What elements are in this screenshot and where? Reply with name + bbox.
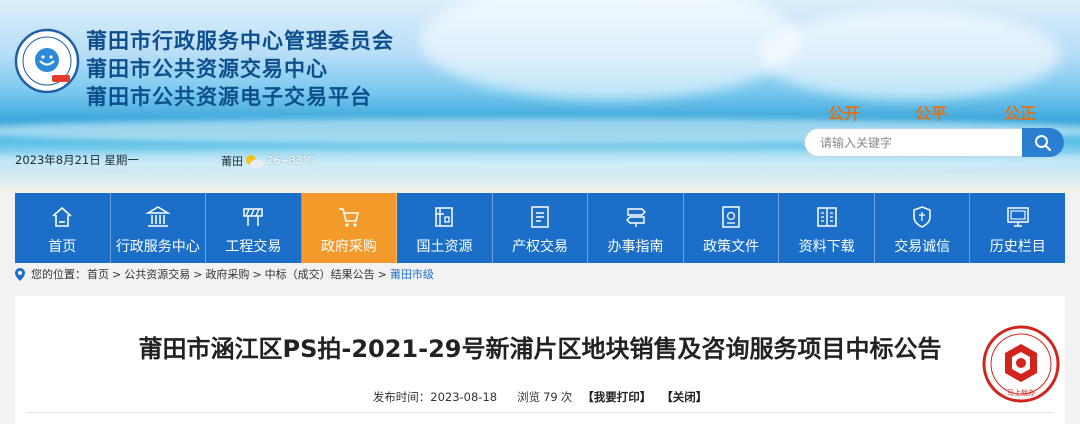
slogan-open: 公开: [828, 104, 861, 123]
nav-item-guide[interactable]: 办事指南: [588, 193, 684, 263]
views-unit: 次: [560, 390, 573, 404]
header-banner: 莆田市行政服务中心管理委员会 莆田市公共资源交易中心 莆田市公共资源电子交易平台…: [0, 0, 1080, 192]
signpost-icon: [625, 208, 646, 227]
org-title-2: 莆田市公共资源交易中心: [86, 56, 328, 81]
breadcrumb-city-level[interactable]: 莆田市级: [390, 266, 434, 282]
weather: 莆田 26~33℃: [221, 152, 314, 170]
publish-date: 2023-08-18: [430, 390, 498, 404]
nav-item-history[interactable]: 历史栏目: [970, 193, 1065, 263]
search-button[interactable]: [1022, 128, 1064, 157]
nav-label: 国土资源: [416, 239, 473, 255]
policy-doc-icon: [722, 206, 740, 228]
cart-icon: [338, 208, 359, 227]
nav-label: 政府采购: [320, 239, 377, 255]
breadcrumb-separator: >: [193, 267, 203, 281]
nav-label: 办事指南: [607, 239, 664, 255]
nav-label: 资料下载: [798, 239, 855, 255]
breadcrumb: 您的位置： 首页 > 公共资源交易 > 政府采购 > 中标（成交）结果公告 > …: [15, 266, 435, 282]
nav-item-property-rights[interactable]: 产权交易: [493, 193, 589, 263]
nav-item-admin-center[interactable]: 行政服务中心: [111, 193, 207, 263]
breadcrumb-prefix: 您的位置：: [31, 268, 86, 281]
main-nav: 首页 行政服务中心 工程交易 政府采购 国土资源 产权交易 办事指南 政策文件 …: [15, 193, 1065, 263]
land-icon: [435, 207, 454, 227]
property-icon: [531, 206, 549, 228]
publish-label: 发布时间：: [372, 390, 431, 404]
slogans: 公开 公平 公正: [828, 100, 1058, 124]
nav-item-home[interactable]: 首页: [15, 193, 111, 263]
header-titles: 莆田市行政服务中心管理委员会 莆田市公共资源交易中心 莆田市公共资源电子交易平台: [86, 27, 394, 111]
nav-item-policy[interactable]: 政策文件: [684, 193, 780, 263]
nav-label: 政策文件: [703, 239, 760, 255]
slogan-fair: 公平: [915, 104, 948, 123]
search-box: [804, 128, 1064, 157]
breadcrumb-separator: >: [252, 267, 262, 281]
engineering-icon: [243, 208, 264, 226]
print-link[interactable]: 【我要打印】: [582, 389, 651, 405]
nav-label: 工程交易: [225, 239, 282, 255]
location-pin-icon: [15, 267, 25, 281]
nav-item-land-resources[interactable]: 国土资源: [397, 193, 493, 263]
views-count: 79: [543, 390, 558, 404]
org-title-1: 莆田市行政服务中心管理委员会: [86, 28, 394, 53]
building-icon: [145, 206, 171, 227]
nav-item-gov-procurement[interactable]: 政府采购: [301, 193, 398, 263]
breadcrumb-home[interactable]: 首页: [87, 266, 109, 282]
nav-item-credit[interactable]: 交易诚信: [875, 193, 971, 263]
breadcrumb-award-notice[interactable]: 中标（成交）结果公告: [265, 266, 375, 282]
nav-label: 历史栏目: [989, 239, 1046, 255]
shield-icon: [913, 206, 931, 228]
weather-city: 莆田: [221, 155, 243, 168]
home-icon: [52, 206, 72, 227]
nav-label: 产权交易: [512, 239, 568, 255]
close-link[interactable]: 【关闭】: [661, 389, 707, 405]
logo-icon: [14, 28, 80, 94]
weather-temp: 26~33℃: [267, 155, 315, 167]
breadcrumb-separator: >: [377, 267, 387, 281]
current-date: 2023年8月21日 星期一: [15, 153, 139, 167]
nav-label: 首页: [48, 239, 77, 255]
breadcrumb-separator: >: [112, 267, 122, 281]
download-book-icon: [816, 207, 837, 227]
search-icon: [1035, 134, 1051, 151]
article-title: 莆田市涵江区PS拍-2021-29号新浦片区地块销售及咨询服务项目中标公告: [138, 335, 942, 363]
slogan-just: 公正: [1004, 104, 1037, 123]
monitor-icon: [1006, 207, 1029, 227]
breadcrumb-public-trading[interactable]: 公共资源交易: [124, 266, 190, 282]
nav-item-engineering[interactable]: 工程交易: [206, 193, 302, 263]
views-label: 浏览: [517, 390, 541, 404]
divider: [27, 412, 1053, 413]
breadcrumb-gov-procurement[interactable]: 政府采购: [205, 266, 249, 282]
nav-label: 行政服务中心: [115, 239, 200, 255]
org-title-3: 莆田市公共资源电子交易平台: [86, 84, 372, 109]
article-meta: 发布时间： 2023-08-18 浏览 79 次 【我要打印】 【关闭】: [15, 389, 1065, 405]
nav-label: 交易诚信: [894, 239, 951, 255]
article-card: 莆田市涵江区PS拍-2021-29号新浦片区地块销售及咨询服务项目中标公告 马上…: [15, 296, 1065, 424]
weather-sun-icon: [246, 155, 264, 169]
nav-item-downloads[interactable]: 资料下载: [779, 193, 875, 263]
search-input[interactable]: [804, 128, 1022, 157]
